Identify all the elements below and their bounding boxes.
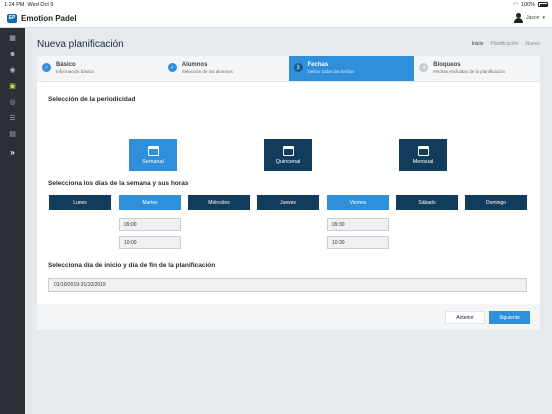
- breadcrumb: Inicio Planificación Nuevo: [472, 41, 540, 47]
- breadcrumb-new: Nuevo: [525, 41, 540, 47]
- breadcrumb-planning[interactable]: Planificación: [490, 41, 518, 47]
- period-quincenal-button[interactable]: Quincenal: [264, 139, 312, 171]
- period-label: Mensual: [412, 158, 434, 165]
- user-name: Jason: [526, 15, 540, 21]
- list-icon: ☰: [9, 115, 16, 122]
- broadcast-icon: ◉: [9, 67, 16, 74]
- next-button[interactable]: Siguiente: [489, 311, 530, 324]
- sidebar-expand-button[interactable]: »: [0, 144, 25, 160]
- step-bloqueos[interactable]: 4 Bloqueos Fechas excluidas de la planifi…: [414, 56, 540, 81]
- day-jueves-button[interactable]: Jueves: [257, 195, 319, 210]
- step-fechas[interactable]: 3 Fechas Definir todas las fechas: [288, 56, 415, 81]
- calendar-icon: [282, 145, 294, 156]
- period-label: Quincenal: [275, 158, 301, 165]
- step-alumnos[interactable]: ✓ Alumnos Selección de los alumnos: [163, 56, 289, 81]
- period-mensual-button[interactable]: Mensual: [399, 139, 447, 171]
- martes-start-time-input[interactable]: 09:00: [119, 218, 181, 231]
- grid-icon: ▤: [9, 131, 16, 138]
- status-bar: 1:24 PM Wed Oct 9 ◠ 100%: [0, 0, 552, 9]
- check-icon: ✓: [42, 63, 51, 72]
- step-title: Bloqueos: [433, 62, 461, 68]
- wizard-steps: ✓ Básico Información básica ✓ Alumnos Sele…: [37, 56, 540, 82]
- viernes-end-time-input[interactable]: 10:30: [327, 236, 389, 249]
- wifi-icon: ◠: [513, 1, 518, 8]
- sidebar-item-grid[interactable]: ▤: [0, 126, 25, 142]
- step-subtitle: Información básica: [56, 69, 94, 74]
- sidebar-item-calendar[interactable]: ▦: [0, 30, 25, 46]
- app-logo: EP: [7, 13, 17, 23]
- calendar-icon: ▦: [9, 35, 16, 42]
- battery-percent: 100%: [520, 1, 535, 8]
- app-title: Emotion Padel: [21, 13, 77, 23]
- sidebar-item-users[interactable]: ☻: [0, 46, 25, 62]
- breadcrumb-home[interactable]: Inicio: [472, 41, 484, 47]
- step-title: Básico: [56, 62, 76, 68]
- step-subtitle: Selección de los alumnos: [181, 69, 233, 74]
- step-number: 4: [419, 63, 429, 72]
- user-menu[interactable]: Jason ▾: [514, 13, 545, 23]
- chevron-down-icon: ▾: [542, 15, 545, 21]
- step-title: Fechas: [307, 62, 329, 68]
- previous-button[interactable]: Anterior: [445, 311, 485, 324]
- status-time: 1:24 PM Wed Oct 9: [4, 1, 54, 8]
- calendar-icon: [417, 145, 429, 156]
- page-title: Nueva planificación: [37, 39, 124, 50]
- sidebar: ▦ ☻ ◉ ▣ ◎ ☰ ▤ »: [0, 28, 25, 414]
- day-martes-button[interactable]: Martes: [119, 195, 181, 210]
- step-subtitle: Fechas excluidas de la planificación: [433, 69, 506, 74]
- battery-icon: [538, 2, 548, 7]
- days-title: Selecciona los días de la semana y sus h…: [48, 180, 189, 187]
- day-viernes-button[interactable]: Viernes: [327, 195, 389, 210]
- periodicity-title: Selección de la periodicidad: [48, 96, 136, 103]
- double-chevron-right-icon: »: [10, 147, 15, 157]
- check-icon: ✓: [167, 63, 177, 72]
- target-icon: ◎: [9, 99, 16, 106]
- planning-icon: ▣: [9, 83, 16, 90]
- period-semanal-button[interactable]: Semanal: [129, 139, 177, 171]
- day-sabado-button[interactable]: Sábado: [396, 195, 458, 210]
- wizard-card: ✓ Básico Información básica ✓ Alumnos Sele…: [37, 56, 540, 330]
- step-title: Alumnos: [181, 62, 208, 68]
- main-content: Nueva planificación Inicio Planificación…: [25, 28, 552, 414]
- date-range-input[interactable]: 01/10/2019-31/10/2019: [48, 278, 527, 292]
- viernes-start-time-input[interactable]: 09:30: [327, 218, 389, 231]
- day-domingo-button[interactable]: Domingo: [465, 195, 527, 210]
- sidebar-item-target[interactable]: ◎: [0, 94, 25, 110]
- sidebar-item-list[interactable]: ☰: [0, 110, 25, 126]
- day-miercoles-button[interactable]: Miércoles: [188, 195, 250, 210]
- period-label: Semanal: [142, 158, 164, 165]
- step-subtitle: Definir todas las fechas: [307, 69, 355, 74]
- app-header: EP Emotion Padel Jason ▾: [0, 9, 552, 28]
- calendar-icon: [147, 145, 159, 156]
- date-range-title: Selecciona día de inicio y día de fin de…: [48, 262, 216, 269]
- sidebar-item-planning[interactable]: ▣: [0, 78, 25, 94]
- sidebar-item-broadcast[interactable]: ◉: [0, 62, 25, 78]
- step-number: 3: [293, 63, 303, 72]
- day-lunes-button[interactable]: Lunes: [49, 195, 111, 210]
- step-basico[interactable]: ✓ Básico Información básica: [37, 56, 163, 81]
- avatar-icon: [514, 13, 524, 23]
- martes-end-time-input[interactable]: 10:00: [119, 236, 181, 249]
- users-icon: ☻: [8, 50, 17, 58]
